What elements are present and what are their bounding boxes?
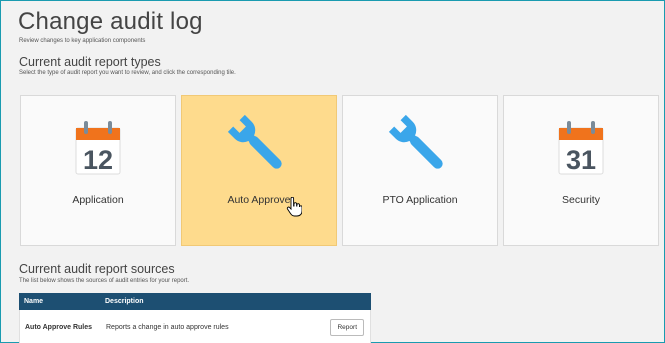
tile-label: Auto Approve (227, 194, 291, 206)
tile-label: Application (72, 194, 124, 206)
tile-security[interactable]: 31 Security (503, 95, 659, 246)
report-sources-subtitle: The list below shows the sources of audi… (19, 278, 190, 284)
table-row: Auto Approve Rules Reports a change in a… (19, 310, 371, 343)
sources-table: Name Description Auto Approve Rules Repo… (19, 293, 371, 343)
hand-cursor-icon (286, 197, 302, 217)
report-types-title: Current audit report types (19, 55, 161, 69)
column-header-description: Description (105, 298, 144, 305)
tile-label: Security (562, 194, 600, 206)
source-name: Auto Approve Rules (25, 323, 93, 331)
calendar-icon: 31 (558, 121, 604, 175)
tile-pto-application[interactable]: PTO Application (342, 95, 498, 246)
wrench-icon (227, 114, 282, 169)
report-types-subtitle: Select the type of audit report you want… (19, 70, 236, 76)
calendar-number: 12 (83, 145, 113, 175)
report-button[interactable]: Report (330, 318, 364, 336)
report-sources-title: Current audit report sources (19, 262, 175, 276)
calendar-number: 31 (566, 145, 596, 175)
tile-application[interactable]: 12 Application (20, 95, 176, 246)
report-type-tiles: 12 Application Auto Approve PTO Applicat… (20, 95, 663, 246)
source-description: Reports a change in auto approve rules (106, 323, 229, 331)
app-frame: Change audit log Review changes to key a… (0, 0, 665, 343)
page-title: Change audit log (18, 8, 203, 35)
tile-label: PTO Application (382, 194, 458, 206)
page-subtitle: Review changes to key application compon… (19, 38, 146, 44)
table-header: Name Description (19, 293, 371, 310)
calendar-icon: 12 (75, 121, 121, 175)
wrench-icon (388, 114, 443, 169)
column-header-name: Name (24, 298, 44, 305)
tile-auto-approve[interactable]: Auto Approve (181, 95, 337, 246)
